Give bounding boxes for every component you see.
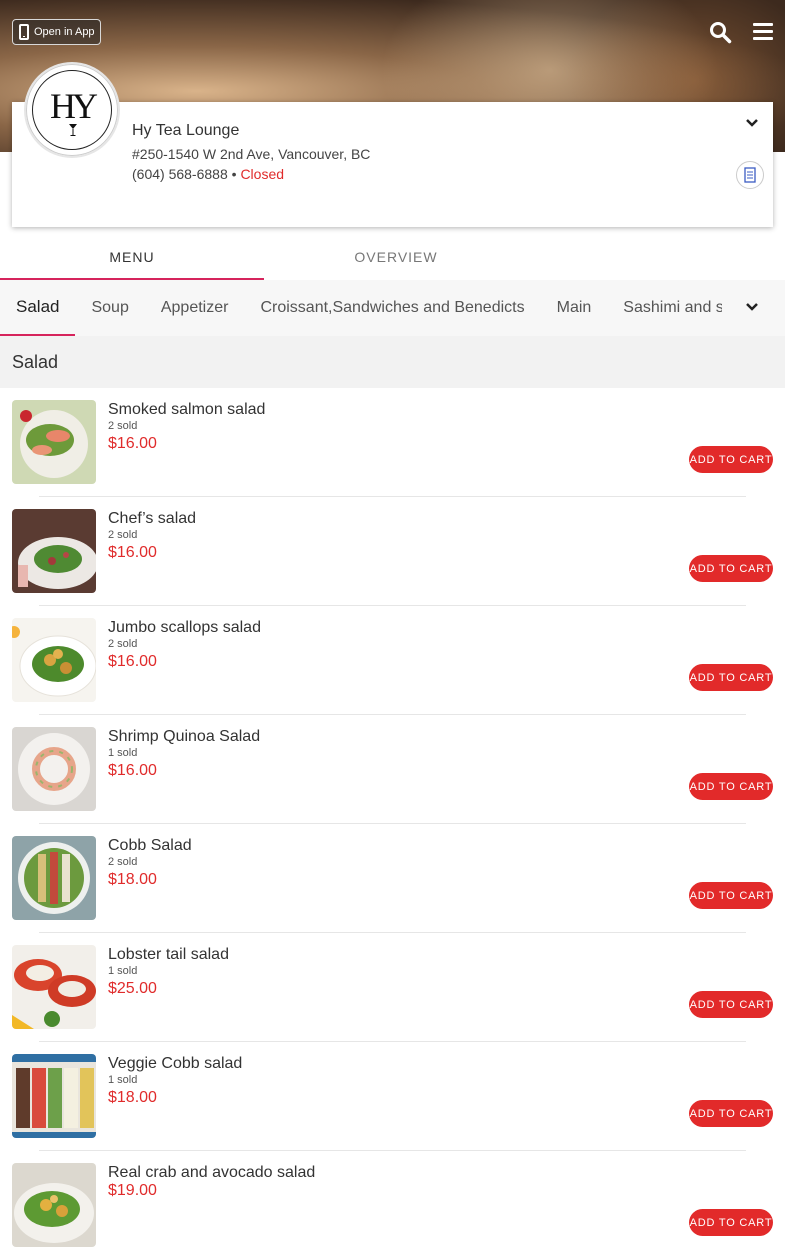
section-title: Salad: [0, 336, 785, 388]
store-name: Hy Tea Lounge: [132, 122, 240, 139]
item-price: $18.00: [108, 1089, 157, 1106]
main-tabs: MENU OVERVIEW: [0, 234, 785, 280]
menu-item[interactable]: Smoked salmon salad 2 sold $16.00 ADD TO…: [0, 400, 785, 509]
item-sold-count: 2 sold: [108, 856, 138, 868]
category-bar: Salad Soup Appetizer Croissant,Sandwiches a…: [0, 280, 785, 336]
search-icon[interactable]: [708, 20, 732, 44]
item-photo[interactable]: [12, 1163, 96, 1247]
menu-item[interactable]: Shrimp Quinoa Salad 1 sold $16.00 ADD TO…: [0, 727, 785, 836]
divider: [39, 1041, 746, 1042]
menu-item[interactable]: Chef’s salad 2 sold $16.00 ADD TO CART: [0, 509, 785, 618]
tab-overview[interactable]: OVERVIEW: [264, 234, 528, 280]
add-to-cart-button[interactable]: ADD TO CART: [689, 773, 773, 800]
phone-icon: [19, 24, 29, 40]
menu-item[interactable]: Jumbo scallops salad 2 sold $16.00 ADD T…: [0, 618, 785, 727]
item-name: Veggie Cobb salad: [108, 1055, 243, 1072]
add-to-cart-button[interactable]: ADD TO CART: [689, 664, 773, 691]
item-name: Chef’s salad: [108, 510, 197, 527]
divider: [39, 1150, 746, 1151]
item-photo[interactable]: [12, 727, 96, 811]
item-price: $16.00: [108, 653, 157, 670]
status-badge: Closed: [240, 166, 285, 182]
item-price: $16.00: [108, 435, 157, 452]
hamburger-menu-icon[interactable]: [753, 20, 773, 42]
item-price: $18.00: [108, 871, 157, 888]
item-name: Jumbo scallops salad: [108, 619, 261, 636]
category-croissant-sandwiches[interactable]: Croissant,Sandwiches and Benedicts: [244, 281, 540, 336]
category-appetizer[interactable]: Appetizer: [145, 281, 245, 336]
category-soup[interactable]: Soup: [75, 281, 144, 336]
item-name: Cobb Salad: [108, 837, 192, 854]
item-photo[interactable]: [12, 945, 96, 1029]
item-photo[interactable]: [12, 836, 96, 920]
divider: [39, 605, 746, 606]
separator-dot: •: [231, 166, 237, 182]
category-salad[interactable]: Salad: [0, 280, 76, 336]
item-sold-count: 1 sold: [108, 747, 138, 759]
divider: [39, 823, 746, 824]
add-to-cart-button[interactable]: ADD TO CART: [689, 446, 773, 473]
item-sold-count: 1 sold: [108, 965, 138, 977]
item-name: Shrimp Quinoa Salad: [108, 728, 261, 745]
divider: [39, 496, 746, 497]
add-to-cart-button[interactable]: ADD TO CART: [689, 991, 773, 1018]
item-price: $16.00: [108, 544, 157, 561]
item-sold-count: 1 sold: [108, 1074, 138, 1086]
item-sold-count: 2 sold: [108, 529, 138, 541]
open-in-app-label: Open in App: [34, 26, 95, 38]
item-price: $25.00: [108, 980, 157, 997]
item-sold-count: 2 sold: [108, 420, 138, 432]
store-phone[interactable]: (604) 568-6888: [132, 166, 228, 182]
glass-icon: [69, 124, 77, 136]
document-button[interactable]: [736, 161, 764, 189]
item-photo[interactable]: [12, 618, 96, 702]
item-price: $19.00: [108, 1182, 157, 1199]
item-photo[interactable]: [12, 509, 96, 593]
logo-monogram: HY: [50, 86, 98, 126]
open-in-app-button[interactable]: Open in App: [12, 19, 101, 45]
store-info-card: Hy Tea Lounge #250-1540 W 2nd Ave, Vanco…: [12, 102, 773, 227]
add-to-cart-button[interactable]: ADD TO CART: [689, 1209, 773, 1236]
item-sold-count: 2 sold: [108, 638, 138, 650]
chevron-down-icon[interactable]: [745, 302, 759, 312]
item-name: Lobster tail salad: [108, 946, 229, 963]
store-contact-line: (604) 568-6888 • Closed: [132, 166, 284, 182]
item-photo[interactable]: [12, 400, 96, 484]
chevron-down-icon[interactable]: [745, 118, 759, 128]
category-main[interactable]: Main: [541, 281, 608, 336]
store-address: #250-1540 W 2nd Ave, Vancouver, BC: [132, 146, 371, 162]
divider: [39, 932, 746, 933]
menu-item[interactable]: Cobb Salad 2 sold $18.00 ADD TO CART: [0, 836, 785, 945]
tab-menu[interactable]: MENU: [0, 234, 264, 280]
item-name: Smoked salmon salad: [108, 401, 266, 418]
category-scroll[interactable]: Salad Soup Appetizer Croissant,Sandwiches a…: [0, 280, 722, 336]
item-price: $16.00: [108, 762, 157, 779]
store-logo: HY: [24, 62, 120, 158]
document-icon: [744, 167, 756, 183]
menu-item[interactable]: Lobster tail salad 1 sold $25.00 ADD TO …: [0, 945, 785, 1054]
add-to-cart-button[interactable]: ADD TO CART: [689, 1100, 773, 1127]
add-to-cart-button[interactable]: ADD TO CART: [689, 882, 773, 909]
menu-item-list: Smoked salmon salad 2 sold $16.00 ADD TO…: [0, 400, 785, 1250]
category-sashimi[interactable]: Sashimi and sushi: [607, 281, 722, 336]
menu-item[interactable]: Veggie Cobb salad 1 sold $18.00 ADD TO C…: [0, 1054, 785, 1163]
item-name: Real crab and avocado salad: [108, 1164, 316, 1181]
item-photo[interactable]: [12, 1054, 96, 1138]
divider: [39, 714, 746, 715]
add-to-cart-button[interactable]: ADD TO CART: [689, 555, 773, 582]
menu-item[interactable]: Real crab and avocado salad $19.00 ADD T…: [0, 1163, 785, 1250]
